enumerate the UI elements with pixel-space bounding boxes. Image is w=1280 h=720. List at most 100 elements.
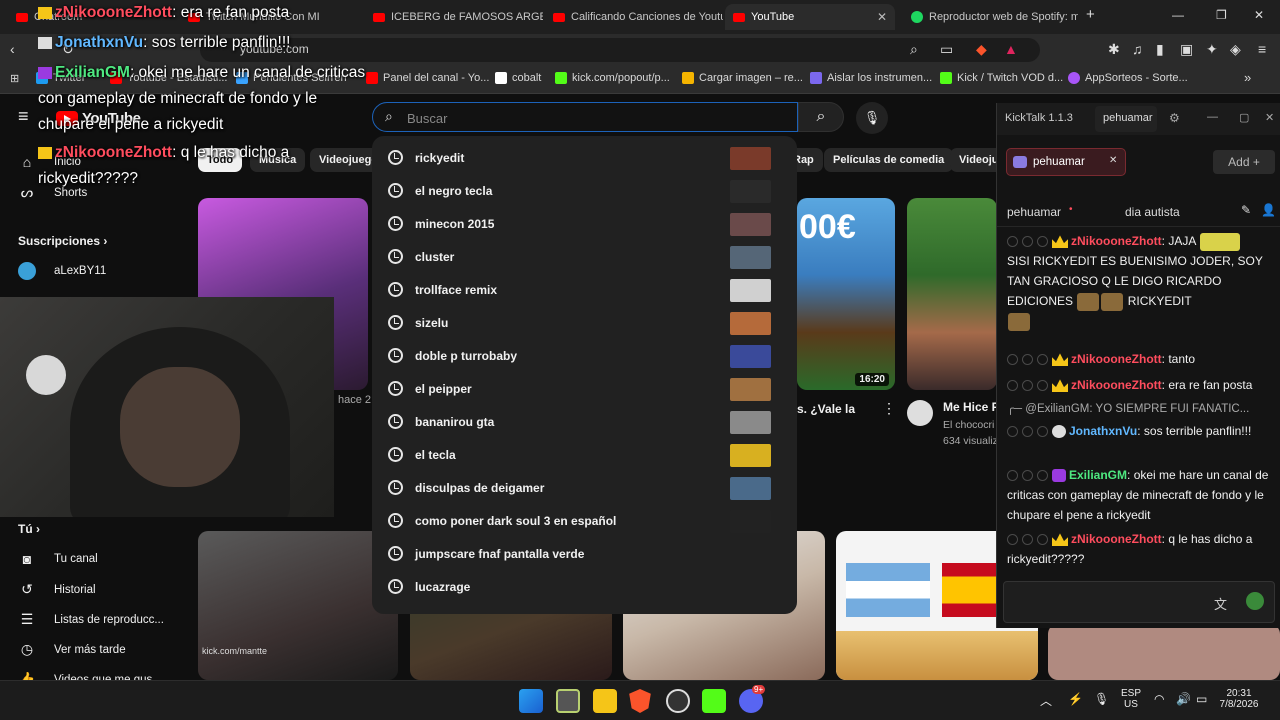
you-heading[interactable]: Tú › xyxy=(18,522,40,536)
sidebar-item-your-channel[interactable]: ◙ Tu canal xyxy=(18,551,98,567)
message-action-icon[interactable] xyxy=(1007,236,1018,248)
cast-icon[interactable]: ▭ xyxy=(940,41,953,58)
message-action-icon[interactable] xyxy=(1022,354,1033,366)
message-action-icon[interactable] xyxy=(1037,470,1048,482)
more-bookmarks-icon[interactable]: » xyxy=(1244,70,1251,85)
subscriptions-heading[interactable]: Suscripciones › xyxy=(18,234,107,248)
video-thumbnail[interactable]: kick.com/mantte xyxy=(198,531,398,680)
tab-calificando[interactable]: Calificando Canciones de Youtu xyxy=(545,4,723,30)
chat-input[interactable]: 文 xyxy=(1003,581,1275,623)
sidebar-icon[interactable]: ▮ xyxy=(1156,41,1164,58)
vpn-icon[interactable]: ◈ xyxy=(1230,41,1241,58)
hamburger-menu-icon[interactable]: ≡ xyxy=(18,106,29,127)
channel-name[interactable]: El chococri xyxy=(943,419,994,431)
search-page-icon[interactable]: ⌕ xyxy=(910,41,918,58)
chat-username[interactable]: JonathxnVu xyxy=(1069,424,1137,438)
wifi-icon[interactable]: ◠ xyxy=(1154,692,1164,706)
bookmark-item[interactable]: AppSorteos - Sorte... xyxy=(1068,72,1188,84)
new-tab-button[interactable]: + xyxy=(1086,6,1095,23)
avatar[interactable] xyxy=(907,400,933,426)
bluetooth-icon[interactable]: ⚡ xyxy=(1068,692,1083,706)
voice-search-button[interactable]: 🎙 xyxy=(856,102,888,134)
search-suggestion[interactable]: como poner dark soul 3 en español xyxy=(372,505,797,538)
message-action-icon[interactable] xyxy=(1037,380,1048,392)
search-suggestion[interactable]: sizelu xyxy=(372,307,797,340)
obs-icon[interactable] xyxy=(666,689,690,713)
message-action-icon[interactable] xyxy=(1037,236,1048,248)
reply-reference[interactable]: ╭─ @ExilianGM: YO SIEMPRE FUI FANATIC... xyxy=(1007,399,1269,419)
extensions-icon[interactable]: ✱ xyxy=(1108,41,1120,58)
bookmark-item[interactable]: Kick / Twitch VOD d... xyxy=(940,72,1063,84)
message-action-icon[interactable] xyxy=(1022,470,1033,482)
bookmark-item[interactable]: Cargar imagen – re... xyxy=(682,72,803,84)
message-action-icon[interactable] xyxy=(1022,534,1033,546)
minimize-icon[interactable]: — xyxy=(1172,8,1184,22)
tab-iceberg[interactable]: ICEBERG de FAMOSOS ARGEN xyxy=(365,4,543,30)
sidebar-item-history[interactable]: ↺ Historial xyxy=(18,581,95,598)
settings-icon[interactable]: ⚙ xyxy=(1169,111,1180,125)
video-thumbnail[interactable] xyxy=(907,198,997,390)
translate-icon[interactable]: 文 xyxy=(1214,594,1227,613)
bookmark-item[interactable]: cobalt xyxy=(495,72,541,84)
message-action-icon[interactable] xyxy=(1007,380,1018,392)
message-action-icon[interactable] xyxy=(1007,426,1018,438)
search-suggestion[interactable]: trollface remix xyxy=(372,274,797,307)
close-window-icon[interactable]: ✕ xyxy=(1254,8,1264,22)
windows-start-icon[interactable] xyxy=(519,689,543,713)
tab-spotify[interactable]: Reproductor web de Spotify: m xyxy=(903,4,1078,30)
restore-icon[interactable]: ❐ xyxy=(1216,8,1227,22)
wallet-icon[interactable]: ▣ xyxy=(1180,41,1193,58)
search-suggestion[interactable]: el peipper xyxy=(372,373,797,406)
subscription-item[interactable]: aLexBY11 xyxy=(18,262,106,280)
bookmark-item[interactable]: Aislar los instrumen... xyxy=(810,72,932,84)
message-action-icon[interactable] xyxy=(1037,426,1048,438)
brave-rewards-icon[interactable]: ▲ xyxy=(1004,41,1018,57)
search-suggestion[interactable]: el negro tecla xyxy=(372,175,797,208)
file-explorer-icon[interactable] xyxy=(593,689,617,713)
message-action-icon[interactable] xyxy=(1022,426,1033,438)
search-suggestion[interactable]: jumpscare fnaf pantalla verde xyxy=(372,538,797,571)
brave-browser-icon[interactable] xyxy=(629,689,651,713)
minimize-icon[interactable]: — xyxy=(1207,111,1218,123)
back-icon[interactable]: ‹ xyxy=(10,41,15,57)
message-action-icon[interactable] xyxy=(1007,470,1018,482)
chat-username[interactable]: zNikoooneZhott xyxy=(1071,378,1162,392)
more-options-icon[interactable]: ⋮ xyxy=(882,400,896,417)
sidebar-item-watch-later[interactable]: ◷ Ver más tarde xyxy=(18,641,126,658)
users-icon[interactable]: 👤 xyxy=(1261,203,1276,217)
microphone-icon[interactable]: 🎙 xyxy=(1094,692,1109,706)
chat-username[interactable]: zNikoooneZhott xyxy=(1071,352,1162,366)
kick-app-icon[interactable] xyxy=(702,689,726,713)
message-action-icon[interactable] xyxy=(1007,534,1018,546)
show-hidden-icons[interactable]: ︿ xyxy=(1040,692,1052,709)
message-action-icon[interactable] xyxy=(1022,380,1033,392)
language-indicator[interactable]: ESP US xyxy=(1118,688,1144,710)
bookmark-item[interactable]: kick.com/popout/p... xyxy=(555,72,670,84)
search-suggestion[interactable]: el tecla xyxy=(372,439,797,472)
search-suggestion[interactable]: bananirou gta xyxy=(372,406,797,439)
clock[interactable]: 20:31 7/8/2026 xyxy=(1214,688,1264,710)
close-tab-icon[interactable]: ✕ xyxy=(1109,155,1117,166)
search-button[interactable]: ⌕ xyxy=(798,102,844,132)
pin-icon[interactable]: ✎ xyxy=(1241,203,1251,217)
bookmark-item[interactable]: Panel del canal - Yo... xyxy=(366,72,489,84)
task-view-icon[interactable] xyxy=(556,689,580,713)
message-action-icon[interactable] xyxy=(1007,354,1018,366)
chat-username[interactable]: zNikoooneZhott xyxy=(1071,234,1162,248)
video-title[interactable]: Me Hice F xyxy=(943,400,999,414)
tab-youtube[interactable]: YouTube ✕ xyxy=(725,4,895,30)
search-suggestion[interactable]: lucazrage xyxy=(372,571,797,604)
battery-icon[interactable]: ▭ xyxy=(1196,692,1207,706)
brave-shield-icon[interactable]: ◆ xyxy=(976,41,987,58)
search-suggestion[interactable]: doble p turrobaby xyxy=(372,340,797,373)
message-action-icon[interactable] xyxy=(1022,236,1033,248)
close-icon[interactable]: ✕ xyxy=(1265,111,1274,124)
chat-username[interactable]: ExilianGM xyxy=(1069,468,1127,482)
leo-icon[interactable]: ✦ xyxy=(1206,41,1218,58)
message-action-icon[interactable] xyxy=(1037,354,1048,366)
search-suggestion[interactable]: minecon 2015 xyxy=(372,208,797,241)
search-suggestion[interactable]: rickyedit xyxy=(372,142,797,175)
chip-comedy-movies[interactable]: Películas de comedia xyxy=(824,148,954,172)
music-icon[interactable]: ♫ xyxy=(1132,41,1143,57)
close-tab-icon[interactable]: ✕ xyxy=(877,10,887,24)
